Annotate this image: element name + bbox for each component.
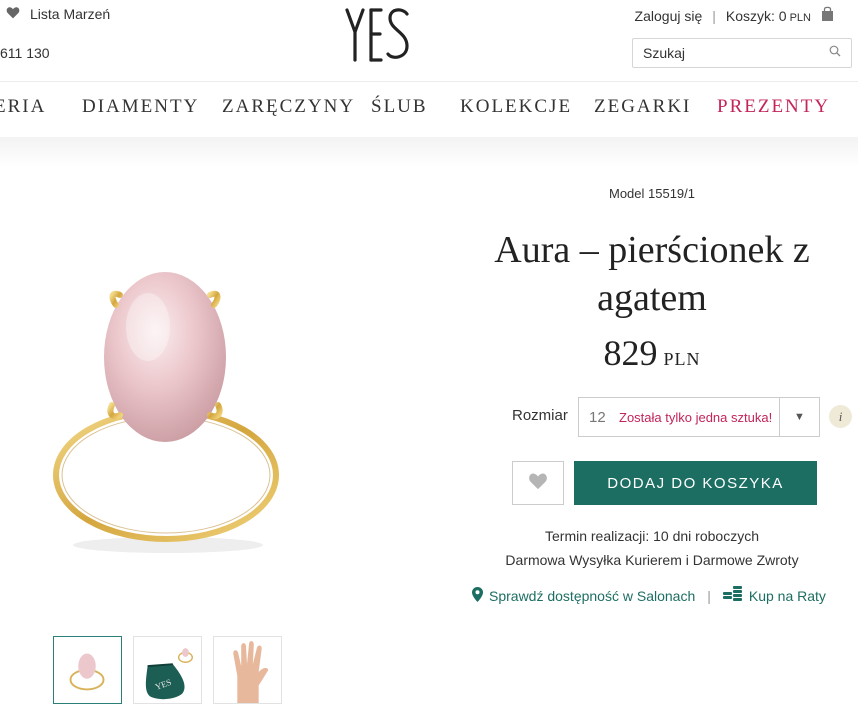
logo[interactable] xyxy=(343,2,413,66)
wishlist-link[interactable]: Lista Marzeń xyxy=(6,6,110,22)
delivery-time: Termin realizacji: 10 dni roboczych xyxy=(545,528,759,544)
product-model: Model 15519/1 xyxy=(608,186,695,201)
nav-item-zareczyny[interactable]: ZARĘCZYNY xyxy=(222,96,355,118)
product-title: Aura – pierścionek z agatem xyxy=(494,229,810,319)
installments-link[interactable]: Kup na Raty xyxy=(722,586,826,605)
installments-label: Kup na Raty xyxy=(748,587,826,604)
cart-link[interactable]: Koszyk: 0 PLN xyxy=(726,8,811,24)
size-label: Rozmiar xyxy=(512,407,568,424)
size-value: 12 xyxy=(589,408,606,426)
heart-icon xyxy=(528,472,548,495)
check-stores-link[interactable]: Sprawdź dostępność w Salonach xyxy=(472,586,696,605)
nav-item-kolekcje[interactable]: KOLEKCJE xyxy=(460,96,572,118)
info-icon[interactable]: i xyxy=(829,405,852,428)
product-links: Sprawdź dostępność w Salonach | Kup na R… xyxy=(472,586,852,605)
nav-item-prezenty[interactable]: PREZENTY xyxy=(717,96,830,118)
price-currency: PLN xyxy=(663,349,701,369)
thumbnail-pouch[interactable]: YES xyxy=(133,636,202,704)
search-icon[interactable] xyxy=(829,44,841,62)
nav-shadow xyxy=(0,137,858,167)
add-to-cart-button[interactable]: DODAJ DO KOSZYKA xyxy=(574,461,817,505)
links-separator: | xyxy=(707,587,711,604)
login-link[interactable]: Zaloguj się xyxy=(635,8,703,24)
nav-item-diamenty[interactable]: DIAMENTY xyxy=(82,96,199,118)
cart-currency: PLN xyxy=(789,11,811,24)
header-separator: | xyxy=(712,7,716,24)
thumbnail-ring[interactable] xyxy=(53,636,122,704)
nav-item-bizuteria[interactable]: ERIA xyxy=(0,96,46,118)
price-value: 829 xyxy=(603,333,658,373)
nav-item-zegarki[interactable]: ZEGARKI xyxy=(594,96,691,118)
size-select[interactable]: 12 Została tylko jedna sztuka! ▼ xyxy=(578,397,820,437)
top-bar: Lista Marzeń 611 130 Zaloguj się | Koszy… xyxy=(0,0,858,80)
thumbnail-hand[interactable] xyxy=(213,636,282,704)
add-to-wishlist-button[interactable] xyxy=(512,461,564,505)
product-main-image[interactable] xyxy=(40,265,300,575)
check-stores-label: Sprawdź dostępność w Salonach xyxy=(489,587,696,604)
shipping-info: Darmowa Wysyłka Kurierem i Darmowe Zwrot… xyxy=(505,552,799,568)
nav-item-slub[interactable]: ŚLUB xyxy=(371,96,428,118)
account-area: Zaloguj się | Koszyk: 0 PLN xyxy=(635,6,834,25)
heart-icon xyxy=(6,6,20,22)
search-input[interactable] xyxy=(643,45,829,61)
main-nav: ERIA DIAMENTY ZARĘCZYNY ŚLUB KOLEKCJE ZE… xyxy=(0,81,858,137)
wishlist-label: Lista Marzeń xyxy=(30,6,111,22)
stock-warning: Została tylko jedna sztuka! xyxy=(619,409,773,425)
phone-number[interactable]: 611 130 xyxy=(0,45,50,61)
search-box xyxy=(632,38,852,68)
map-pin-icon xyxy=(472,586,483,605)
coins-icon xyxy=(722,586,743,605)
dropdown-arrow-icon[interactable]: ▼ xyxy=(779,398,819,436)
product-price: 829 PLN xyxy=(472,332,832,374)
shopping-bag-icon[interactable] xyxy=(821,6,834,25)
cart-label: Koszyk: 0 xyxy=(725,7,787,24)
